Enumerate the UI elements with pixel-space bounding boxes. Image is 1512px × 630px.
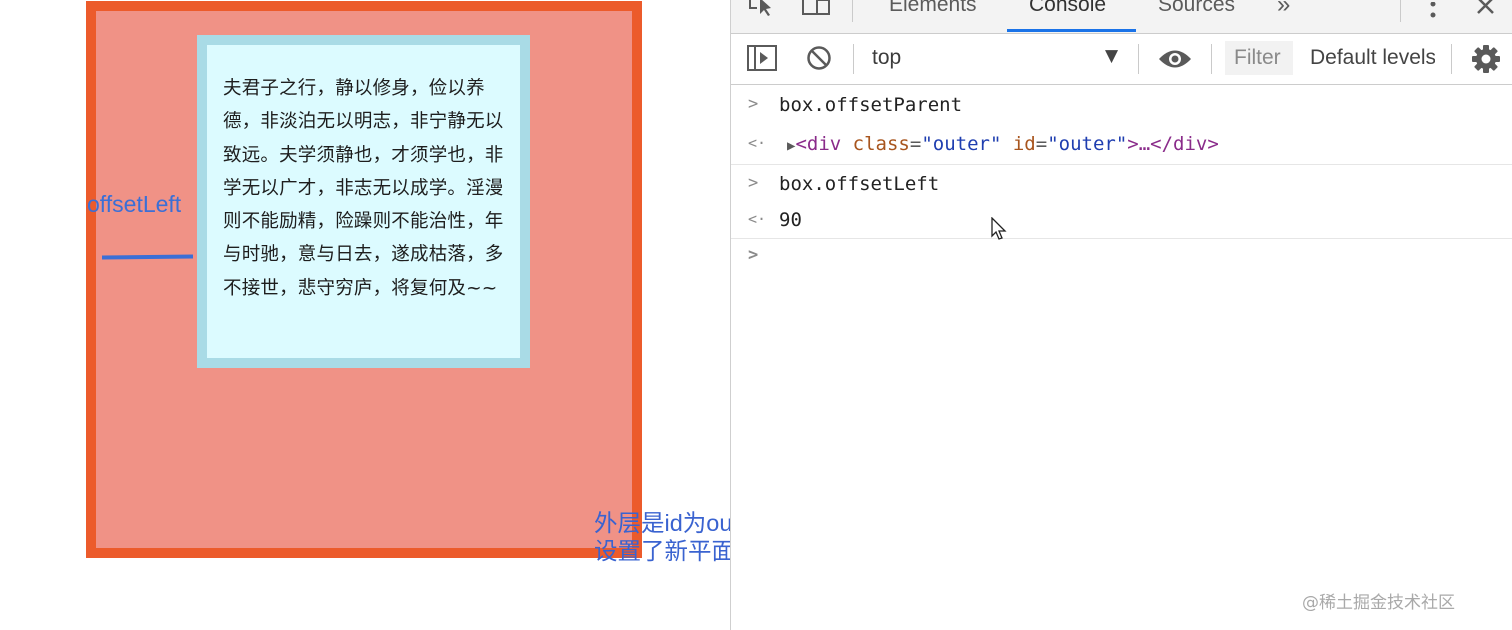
watermark: @稀土掘金技术社区: [1302, 593, 1455, 613]
prompt-caret-icon: >: [748, 245, 759, 265]
context-select[interactable]: top: [872, 46, 901, 70]
console-input-text: box.offsetLeft: [779, 173, 940, 195]
tab-console[interactable]: Console: [1029, 0, 1106, 17]
output-number: 90: [779, 209, 802, 231]
more-vertical-icon[interactable]: [1429, 1, 1437, 26]
box-div: 夫君子之行，静以修身，俭以养德，非淡泊无以明志，非宁静无以致远。夫学须静也，才须…: [197, 35, 530, 368]
tab-elements[interactable]: Elements: [889, 0, 977, 17]
mouse-cursor-icon: [991, 216, 1007, 245]
sidebar-toggle-icon[interactable]: [747, 45, 777, 75]
eye-icon[interactable]: [1158, 48, 1192, 74]
offset-left-annotation: offsetLeft: [87, 191, 182, 217]
devtools-panel: Elements Console Sources » top ▼ Filter …: [730, 0, 1512, 630]
settings-gear-icon[interactable]: [1471, 44, 1501, 78]
close-icon[interactable]: [1476, 0, 1496, 20]
input-prompt-icon: >: [748, 94, 759, 114]
console-output-row: <· 90: [731, 209, 1512, 239]
console-input-text: box.offsetParent: [779, 94, 963, 116]
output-return-icon: <·: [748, 210, 767, 228]
console-toolbar: top ▼ Default levels: [731, 34, 1512, 85]
toolbar-separator: [853, 44, 854, 74]
console-prompt-row[interactable]: >: [731, 245, 1512, 275]
classical-text: 夫君子之行，静以修身，俭以养德，非淡泊无以明志，非宁静无以致远。夫学须静也，才须…: [223, 78, 504, 299]
inspect-icon[interactable]: [748, 0, 776, 22]
filter-input[interactable]: [1225, 41, 1293, 75]
active-tab-indicator: [1007, 29, 1136, 32]
clear-console-icon[interactable]: [806, 45, 832, 75]
toolbar-separator: [1400, 0, 1401, 22]
devtools-tab-bar: Elements Console Sources »: [731, 0, 1512, 34]
console-input-row: > box.offsetLeft: [731, 173, 1512, 203]
device-toggle-icon[interactable]: [801, 0, 831, 22]
output-return-icon: <·: [748, 134, 767, 152]
more-tabs-chevron-icon[interactable]: »: [1277, 0, 1290, 19]
toolbar-separator: [1211, 44, 1212, 74]
tab-sources[interactable]: Sources: [1158, 0, 1235, 17]
input-prompt-icon: >: [748, 173, 759, 193]
log-level-select[interactable]: Default levels: [1310, 46, 1435, 70]
context-dropdown-arrow-icon[interactable]: ▼: [1105, 46, 1118, 66]
toolbar-separator: [1451, 44, 1452, 74]
toolbar-separator: [1138, 44, 1139, 74]
console-output-row: <· ▶<div class="outer" id="outer">…</div…: [731, 133, 1512, 163]
toolbar-separator: [852, 0, 853, 22]
log-divider: [731, 164, 1512, 165]
console-input-row: > box.offsetParent: [731, 94, 1512, 124]
log-divider: [731, 238, 1512, 239]
element-reference[interactable]: ▶<div class="outer" id="outer">…</div>: [787, 133, 1219, 155]
